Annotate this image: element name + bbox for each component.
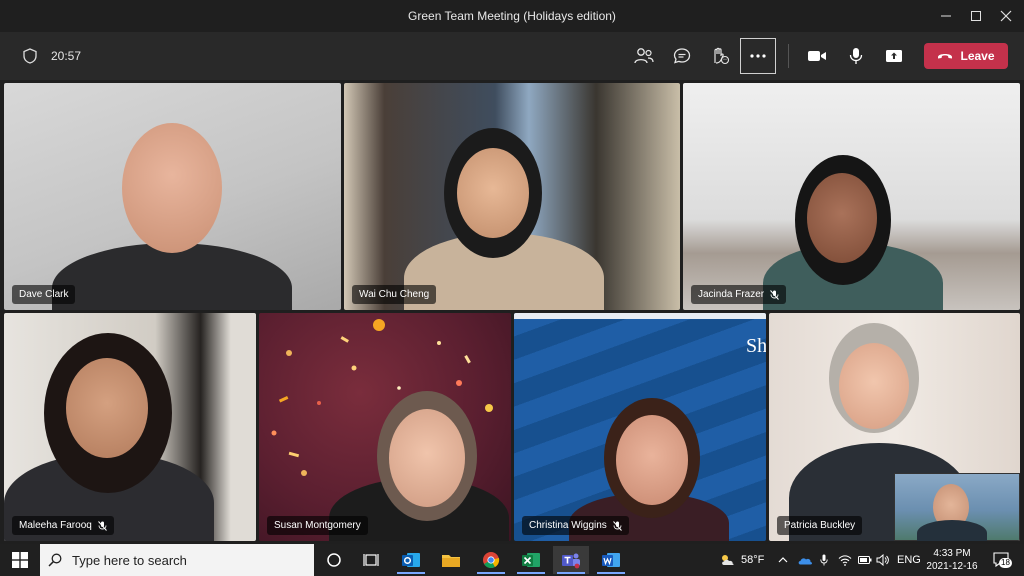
wifi-icon [838,555,852,566]
weather-temperature: 58°F [741,554,765,566]
battery-button[interactable] [858,544,872,576]
participant-name: Susan Montgomery [274,520,361,531]
battery-icon [858,556,872,564]
meeting-timer: 20:57 [51,49,82,63]
taskbar-search-box[interactable]: Type here to search [40,544,314,576]
chat-icon [673,48,691,64]
task-view-icon [363,554,379,566]
close-icon [1000,10,1012,22]
word-icon [602,553,620,567]
minimize-icon [941,15,951,17]
cortana-circle-icon [327,553,341,567]
clock-time: 4:33 PM [933,548,971,559]
ellipsis-icon [750,54,766,58]
chevron-up-icon [778,557,788,563]
participant-video [52,243,292,310]
camera-button[interactable] [799,38,835,74]
search-placeholder: Type here to search [72,552,187,568]
participant-tile[interactable]: Maleeha Farooq [4,313,256,541]
search-icon [48,553,62,567]
reactions-button[interactable] [702,38,738,74]
participant-nametag: Christina Wiggins [522,516,629,535]
participant-tile[interactable]: Dave Clark [4,83,341,310]
chat-button[interactable] [664,38,700,74]
hang-up-icon [938,54,953,59]
clock-date: 2021-12-16 [926,561,978,572]
participant-nametag: Dave Clark [12,285,76,304]
folder-icon [442,555,460,567]
taskbar-app-word[interactable] [593,546,629,574]
self-view-video[interactable] [894,473,1020,541]
notification-count-badge: 18 [999,558,1012,568]
volume-button[interactable] [876,544,889,576]
taskbar-app-excel[interactable] [513,546,549,574]
weather-widget[interactable]: 58°F [720,544,764,576]
toolbar-divider [788,44,789,68]
participant-nametag: Maleeha Farooq [12,516,114,535]
close-button[interactable] [988,0,1024,32]
participant-name: Wai Chu Cheng [359,289,430,300]
camera-icon [808,51,826,61]
system-clock[interactable]: 4:33 PM 2021-12-16 [922,547,982,573]
windows-logo-icon [12,552,28,568]
language-indicator[interactable]: ENG [897,544,921,576]
participant-name: Maleeha Farooq [19,520,92,531]
participant-name: Jacinda Frazer [698,289,765,300]
muted-mic-icon [770,289,780,300]
participant-tile[interactable]: Patricia Buckley [769,313,1020,541]
chrome-icon [483,552,500,569]
muted-mic-icon [612,520,622,531]
leave-label: Leave [960,49,995,63]
onedrive-cloud-icon [798,558,812,565]
task-view-button[interactable] [353,546,389,574]
shield-icon[interactable] [12,38,48,74]
mic-tray-icon [820,554,828,566]
share-screen-icon [886,50,902,62]
microphone-icon [849,48,863,64]
participant-name: Dave Clark [19,289,69,300]
share-screen-button[interactable] [876,38,912,74]
participant-tile[interactable]: Susan Montgomery [259,313,511,541]
speaker-icon [876,554,889,566]
maximize-icon [971,11,981,21]
participant-name: Patricia Buckley [784,520,856,531]
more-actions-button[interactable] [740,38,776,74]
leave-button[interactable]: Leave [924,43,1008,69]
background-logo-text: Sh [746,335,766,357]
taskbar-app-file-explorer[interactable] [433,546,469,574]
participants-button[interactable] [626,38,662,74]
outlook-icon [402,553,420,567]
participant-nametag: Susan Montgomery [267,516,368,535]
participant-tile[interactable]: Sh Christina Wiggins [514,313,766,541]
meeting-toolbar: 20:57 Leave [0,32,1024,80]
notification-center-button[interactable]: 18 [992,551,1012,569]
window-title: Green Team Meeting (Holidays edition) [408,9,616,23]
microphone-tray-button[interactable] [820,544,828,576]
excel-icon [522,553,540,567]
video-grid: Dave Clark Wai Chu Cheng Jacinda Frazer … [0,80,1024,542]
muted-mic-icon [97,520,107,531]
weather-cloud-icon [722,555,734,565]
participant-tile[interactable]: Jacinda Frazer [683,83,1020,310]
start-button[interactable] [2,546,38,574]
participant-tile[interactable]: Wai Chu Cheng [344,83,680,310]
teams-icon [562,553,580,569]
language-label: ENG [897,554,921,566]
onedrive-button[interactable] [797,544,813,576]
participant-nametag: Patricia Buckley [777,516,863,535]
people-icon [634,48,654,64]
network-button[interactable] [838,544,852,576]
raise-hand-icon [714,47,730,65]
taskbar-app-chrome[interactable] [473,546,509,574]
participant-name: Christina Wiggins [529,520,607,531]
title-bar: Green Team Meeting (Holidays edition) [0,0,1024,32]
taskbar-app-teams[interactable] [553,546,589,574]
taskbar-app-outlook[interactable] [393,546,429,574]
cortana-button[interactable] [316,546,352,574]
microphone-button[interactable] [838,38,874,74]
show-hidden-icons-button[interactable] [778,544,788,576]
participant-nametag: Jacinda Frazer [691,285,787,304]
taskbar: Type here to search 58°F ENG 4:33 PM 202… [0,544,1024,576]
participant-nametag: Wai Chu Cheng [352,285,437,304]
